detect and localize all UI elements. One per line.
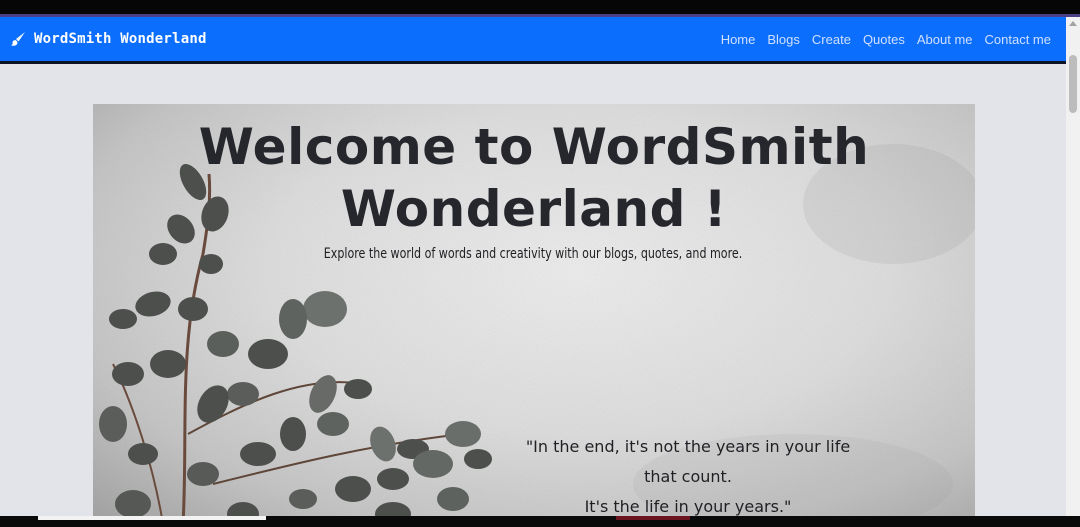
scroll-up-arrow-icon[interactable] (1069, 21, 1077, 26)
browser-viewport: WordSmith Wonderland Home Blogs Create Q… (0, 17, 1066, 516)
nav-link-blogs[interactable]: Blogs (767, 32, 800, 47)
hero-title-line-2: Wonderland ! (340, 180, 728, 238)
brand-name: WordSmith Wonderland (34, 31, 207, 47)
taskbar-accent (616, 516, 690, 520)
nav-link-contact-me[interactable]: Contact me (985, 32, 1051, 47)
quote-line-2: that count. (644, 467, 732, 486)
quote-line-3: It's the life in your years." (584, 497, 792, 516)
navbar: WordSmith Wonderland Home Blogs Create Q… (0, 17, 1066, 64)
hero-quote: "In the end, it's not the years in your … (493, 432, 883, 516)
hero-banner: Welcome to WordSmith Wonderland ! Explor… (93, 104, 975, 516)
hero-title-line-1: Welcome to WordSmith (198, 118, 870, 176)
vertical-scrollbar[interactable] (1066, 17, 1080, 516)
taskbar-segment (38, 516, 266, 520)
nav-link-home[interactable]: Home (721, 32, 756, 47)
scrollbar-thumb[interactable] (1069, 55, 1077, 113)
hero-title: Welcome to WordSmith Wonderland ! (93, 116, 975, 240)
hero-subtitle: Explore the world of words and creativit… (323, 246, 743, 262)
window-top-strip (0, 0, 1080, 17)
nav-link-about-me[interactable]: About me (917, 32, 973, 47)
window-bottom-strip (0, 516, 1080, 527)
paintbrush-icon (11, 32, 25, 46)
nav-links: Home Blogs Create Quotes About me Contac… (721, 32, 1051, 47)
brand-link[interactable]: WordSmith Wonderland (10, 31, 207, 47)
nav-link-quotes[interactable]: Quotes (863, 32, 905, 47)
quote-line-1: "In the end, it's not the years in your … (525, 437, 851, 456)
nav-link-create[interactable]: Create (812, 32, 851, 47)
